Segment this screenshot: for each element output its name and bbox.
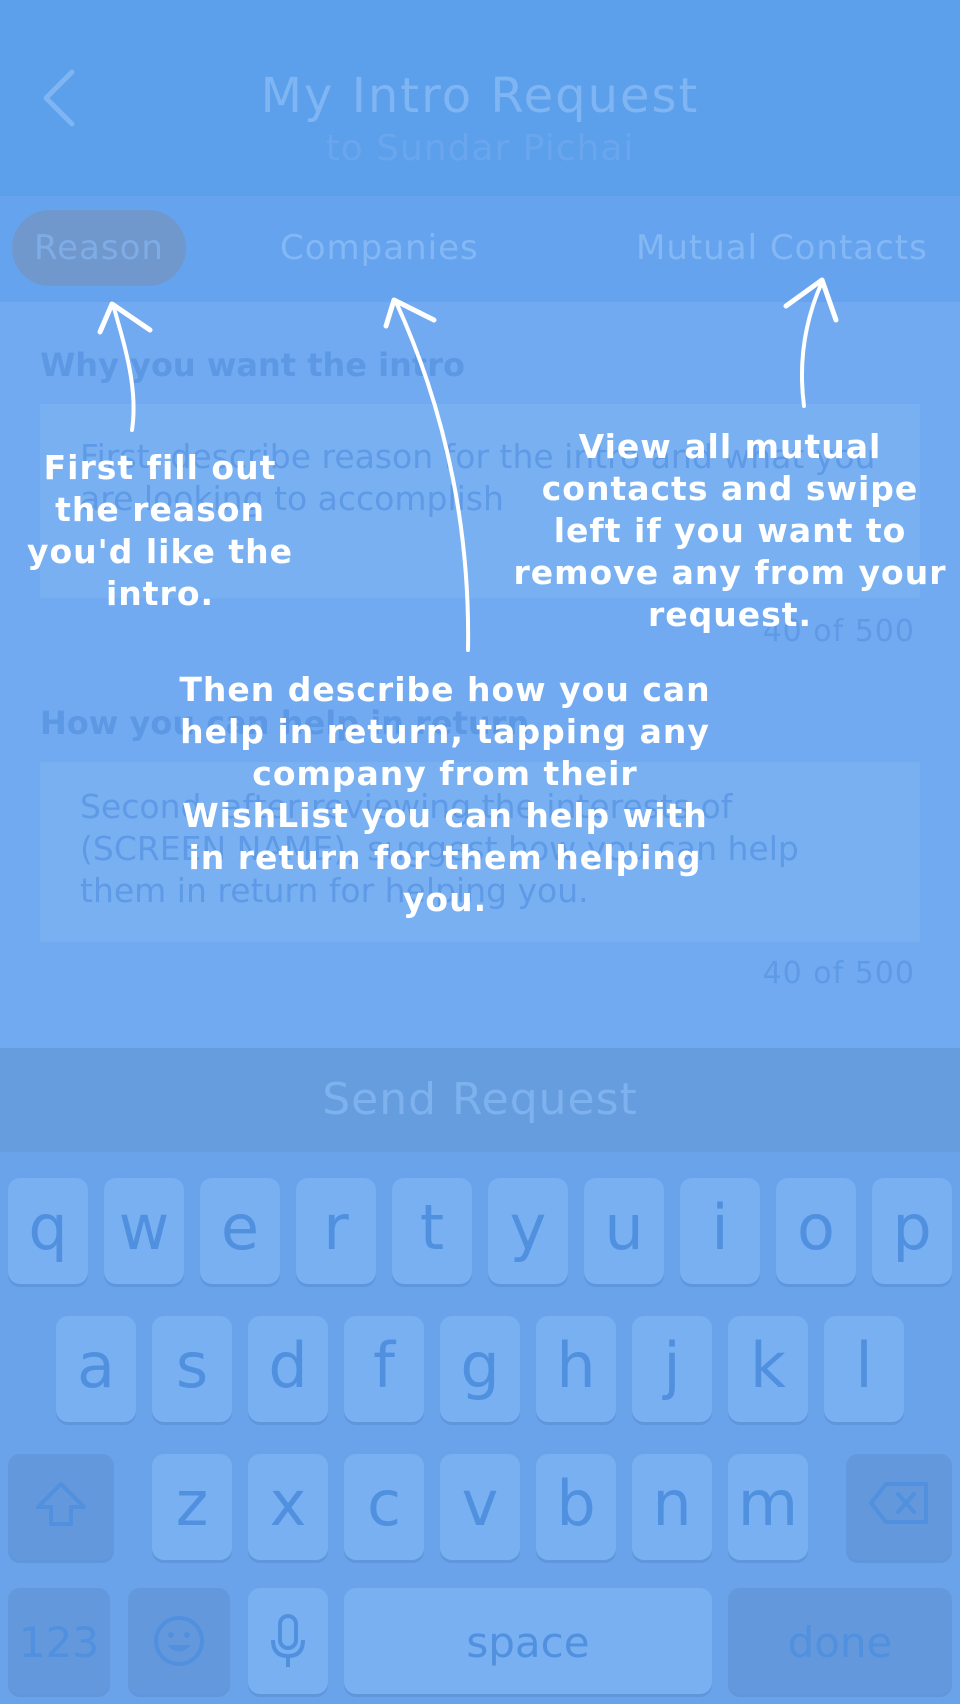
key-r[interactable]: r [296,1178,376,1284]
key-n[interactable]: n [632,1454,712,1560]
key-x[interactable]: x [248,1454,328,1560]
help-counter: 40 of 500 [762,956,915,991]
key-d[interactable]: d [248,1316,328,1422]
backspace-icon [869,1482,928,1524]
key-s[interactable]: s [152,1316,232,1422]
reason-label: Why you want the intro [40,346,465,384]
key-b[interactable]: b [536,1454,616,1560]
coach-mutual-text: View all mutual contacts and swipe left … [513,427,947,634]
microphone-key[interactable] [248,1588,328,1694]
key-l[interactable]: l [824,1316,904,1422]
key-v[interactable]: v [440,1454,520,1560]
key-j[interactable]: j [632,1316,712,1422]
page-title: My Intro Request [260,68,700,124]
key-e[interactable]: e [200,1178,280,1284]
key-i[interactable]: i [680,1178,760,1284]
key-c[interactable]: c [344,1454,424,1560]
key-w[interactable]: w [104,1178,184,1284]
coach-companies-text: Then describe how you can help in return… [179,670,711,919]
tab-companies[interactable]: Companies [280,210,526,286]
key-t[interactable]: t [392,1178,472,1284]
keyboard: q w e r t y u i o p a s d f g h j k l z … [0,1152,960,1704]
shift-icon [36,1482,86,1526]
key-f[interactable]: f [344,1316,424,1422]
key-z[interactable]: z [152,1454,232,1560]
tab-mutual-contacts[interactable]: Mutual Contacts [636,210,936,286]
key-k[interactable]: k [728,1316,808,1422]
page-subtitle: to Sundar Pichai [325,128,635,169]
key-h[interactable]: h [536,1316,616,1422]
shift-key[interactable] [8,1454,114,1560]
coach-reason-text: First fill out the reason you'd like the… [26,448,294,613]
key-q[interactable]: q [8,1178,88,1284]
emoji-icon [154,1616,204,1666]
key-a[interactable]: a [56,1316,136,1422]
done-key[interactable]: done [728,1588,952,1694]
key-p[interactable]: p [872,1178,952,1284]
emoji-key[interactable] [128,1588,230,1694]
tab-reason[interactable]: Reason [12,210,186,286]
key-u[interactable]: u [584,1178,664,1284]
microphone-icon [271,1614,305,1667]
backspace-key[interactable] [846,1454,952,1560]
tab-bar: Reason Companies Mutual Contacts [0,196,960,302]
header: My Intro Request to Sundar Pichai [0,0,960,196]
send-request-button[interactable]: Send Request [0,1048,960,1152]
key-y[interactable]: y [488,1178,568,1284]
numbers-key[interactable]: 123 [8,1588,110,1694]
key-m[interactable]: m [728,1454,808,1560]
key-o[interactable]: o [776,1178,856,1284]
key-g[interactable]: g [440,1316,520,1422]
space-key[interactable]: space [344,1588,712,1694]
